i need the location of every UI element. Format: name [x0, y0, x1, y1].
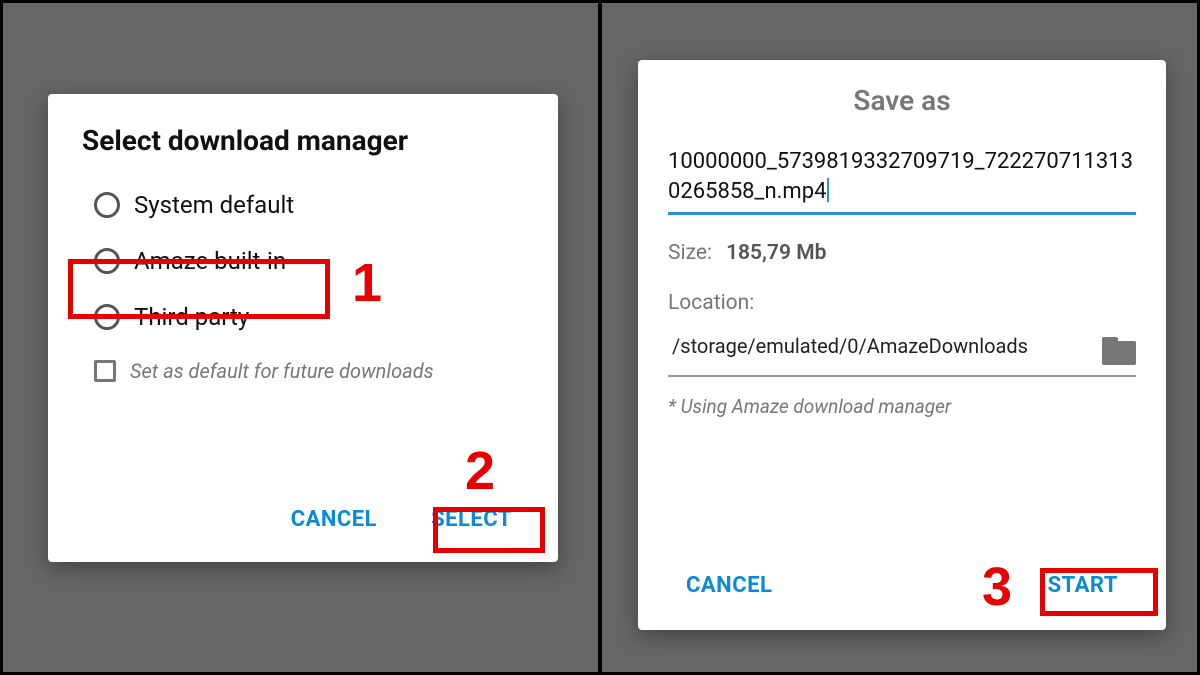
select-download-manager-dialog: Select download manager System default A… — [48, 94, 558, 562]
cancel-button[interactable]: CANCEL — [668, 563, 790, 608]
folder-icon — [1102, 337, 1136, 365]
radio-icon — [94, 192, 120, 218]
panel-divider — [598, 0, 602, 675]
location-label: Location: — [668, 291, 1136, 315]
dialog-button-bar: CANCEL SELECT — [275, 497, 528, 542]
radio-icon — [94, 248, 120, 274]
manager-note: * Using Amaze download manager — [668, 395, 1136, 418]
radio-icon — [94, 304, 120, 330]
radio-amaze-builtin[interactable]: Amaze built-in — [94, 247, 524, 275]
dialog-title: Select download manager — [82, 124, 524, 157]
checkbox-label: Set as default for future downloads — [130, 359, 434, 383]
radio-third-party[interactable]: Third party — [94, 303, 524, 331]
dialog-title: Save as — [668, 84, 1136, 117]
size-row: Size: 185,79 Mb — [668, 241, 1136, 265]
text-caret-icon — [827, 178, 829, 202]
filename-input[interactable]: 10000000_5739819332709719_72227071131302… — [668, 147, 1136, 215]
checkbox-icon — [94, 360, 116, 382]
radio-label: System default — [134, 191, 294, 219]
location-picker[interactable]: /storage/emulated/0/AmazeDownloads — [668, 325, 1136, 377]
dialog-button-bar: CANCEL START — [668, 563, 1136, 608]
select-button[interactable]: SELECT — [415, 497, 528, 542]
set-as-default-checkbox[interactable]: Set as default for future downloads — [94, 359, 524, 383]
save-as-dialog: Save as 10000000_5739819332709719_722270… — [638, 60, 1166, 630]
location-path: /storage/emulated/0/AmazeDownloads — [672, 333, 1084, 360]
size-value: 185,79 Mb — [726, 241, 826, 265]
start-button[interactable]: START — [1030, 563, 1136, 608]
cancel-button[interactable]: CANCEL — [275, 497, 393, 542]
radio-label: Amaze built-in — [134, 247, 286, 275]
radio-system-default[interactable]: System default — [94, 191, 524, 219]
filename-value: 10000000_5739819332709719_72227071131302… — [668, 149, 1133, 204]
size-label: Size: — [668, 241, 712, 265]
radio-label: Third party — [134, 303, 249, 331]
